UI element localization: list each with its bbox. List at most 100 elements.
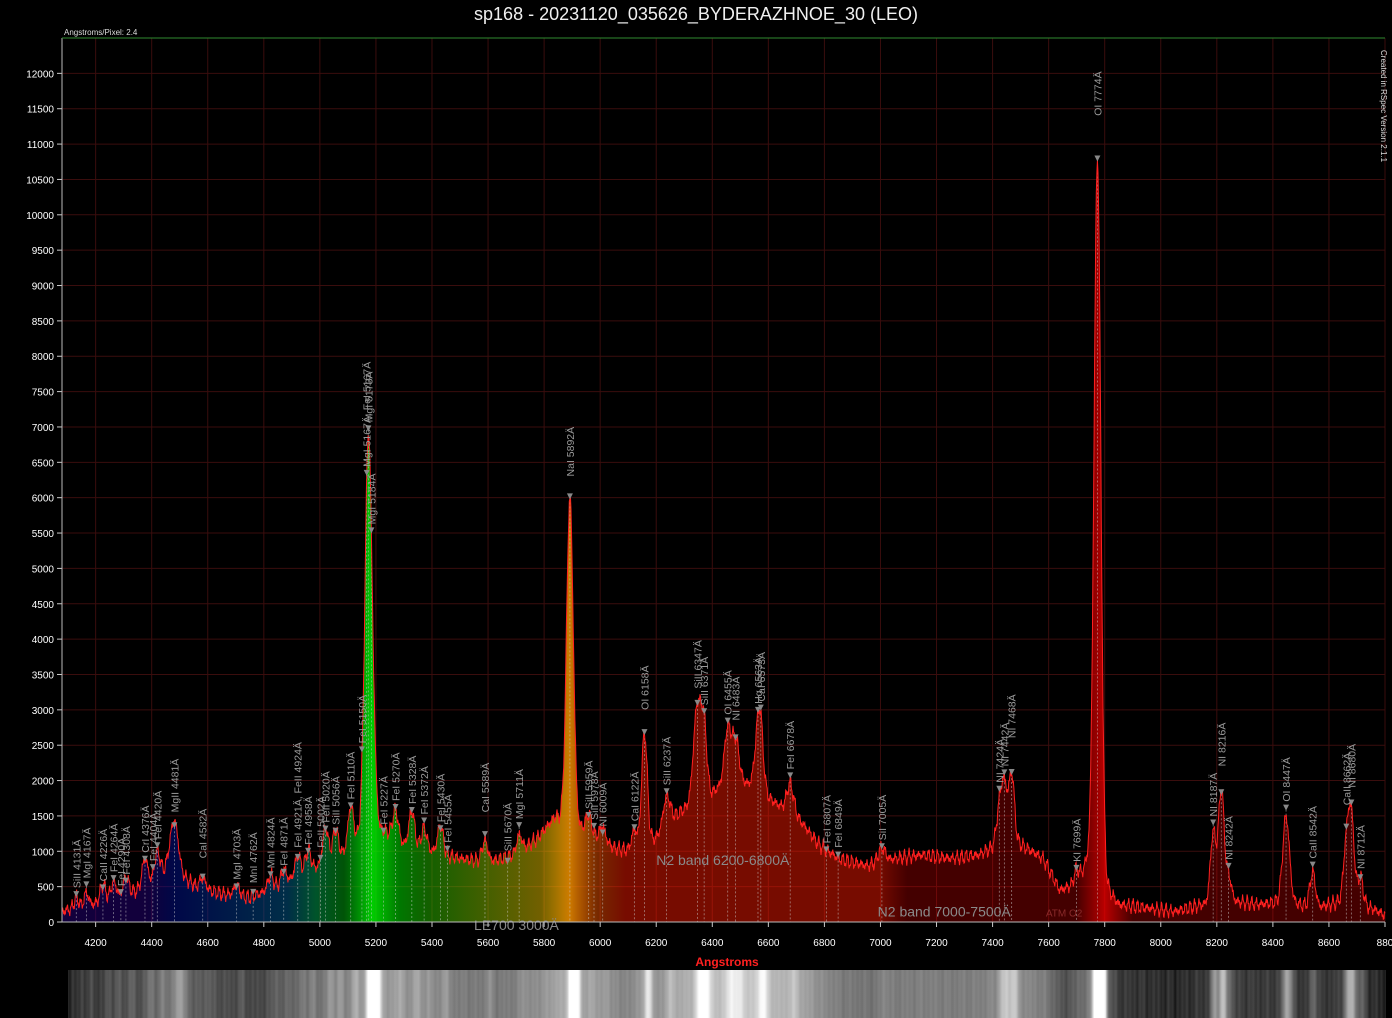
line-label: OI 7774Ä <box>1092 71 1104 115</box>
x-tick-label: 5000 <box>309 938 332 949</box>
y-tick-label: 500 <box>37 883 54 894</box>
spectrum-strip-image <box>68 970 1386 1018</box>
line-label: NI 8242Ä <box>1224 816 1236 860</box>
band-annotation: N2 band 7000-7500Ä <box>878 904 1012 920</box>
y-tick-label: 3500 <box>32 670 55 681</box>
line-label: SiII 5056Ä <box>331 776 343 824</box>
x-tick-label: 5600 <box>477 938 500 949</box>
band-annotation: ATM O2 <box>1046 909 1083 920</box>
y-tick-label: 5000 <box>32 564 55 575</box>
x-tick-label: 7400 <box>981 938 1004 949</box>
x-tick-label: 7800 <box>1094 938 1117 949</box>
line-label: OI 8447Ä <box>1281 757 1293 801</box>
y-tick-label: 4500 <box>32 600 55 611</box>
line-label: FeI 5150Ä <box>357 695 369 743</box>
y-tick-label: 9500 <box>32 246 55 257</box>
x-tick-label: 7000 <box>869 938 892 949</box>
band-annotation: LE700 3000Ä <box>474 917 560 933</box>
y-tick-label: 1000 <box>32 847 55 858</box>
line-label: SiII 6371Ä <box>699 657 711 705</box>
line-label: FeI 5110Ä <box>346 752 358 800</box>
line-label: MgI 5184Ä <box>366 474 378 525</box>
x-tick-label: 8600 <box>1318 938 1341 949</box>
x-tick-label: 6200 <box>645 938 668 949</box>
line-label: FeI 5270Ä <box>391 752 403 800</box>
line-label: NI 8216Ä <box>1216 723 1228 767</box>
line-label: SiII 6237Ä <box>662 737 674 785</box>
x-tick-label: 4600 <box>197 938 220 949</box>
y-tick-label: 4000 <box>32 635 55 646</box>
x-tick-label: 4200 <box>85 938 108 949</box>
line-label: MgII 4481Ä <box>169 759 181 813</box>
band-annotation: N2 band 6200-6800Ä <box>656 852 790 868</box>
x-tick-label: 8200 <box>1206 938 1229 949</box>
y-tick-label: 11000 <box>27 140 55 151</box>
line-label: MnI 4762Ä <box>248 832 260 883</box>
y-tick-label: 5500 <box>32 529 55 540</box>
line-label: CaI 6122Ä <box>629 772 641 822</box>
y-tick-label: 12000 <box>26 69 54 80</box>
line-label: CaI 4582Ä <box>198 809 210 859</box>
y-tick-label: 1500 <box>32 812 55 823</box>
spectrum-chart: SiII 4131ÄMgI 4167Ä CaII 4226ÄFeI 4264ÄFe… <box>26 28 1392 969</box>
x-tick-label: 8000 <box>1150 938 1173 949</box>
line-label: CaII 8542Ä <box>1308 806 1320 859</box>
line-label: NI 6483Ä <box>731 677 743 721</box>
y-tick-label: 3000 <box>32 706 55 717</box>
y-tick-label: 9000 <box>32 282 55 293</box>
line-label: MgI 4167Ä <box>81 828 93 879</box>
x-tick-label: 5400 <box>421 938 444 949</box>
x-tick-label: 6400 <box>701 938 724 949</box>
y-tick-label: 0 <box>48 918 54 929</box>
line-label: SiII 5670Ä <box>503 803 515 851</box>
line-label: FeI 4308Ä <box>121 826 133 874</box>
y-tick-label: 8500 <box>32 317 55 328</box>
x-tick-label: 4800 <box>253 938 276 949</box>
line-label: NI 8680Ä <box>1346 744 1358 788</box>
line-label: MgI 5711Ä <box>514 769 526 819</box>
line-label: MnI 4824Ä <box>266 817 278 868</box>
line-label: NI 8187Ä <box>1208 773 1220 817</box>
line-label: FeI 6849Ä <box>833 799 845 847</box>
x-tick-label: 8400 <box>1262 938 1285 949</box>
line-label: MgI 5173Ä <box>363 372 375 423</box>
line-label: KI 7699Ä <box>1071 819 1083 862</box>
y-tick-label: 6000 <box>32 494 55 505</box>
x-axis-label: Angstroms <box>695 955 759 969</box>
rspec-version-label: Created in RSpec Version 2.1.1 <box>1379 50 1388 163</box>
y-tick-label: 7000 <box>32 423 55 434</box>
x-tick-label: 4400 <box>141 938 164 949</box>
angstroms-per-pixel-label: Angstroms/Pixel: 2.4 <box>64 28 138 37</box>
line-label: FeI 6678Ä <box>785 721 797 769</box>
y-tick-label: 10500 <box>26 175 54 186</box>
x-tick-label: 5200 <box>365 938 388 949</box>
line-label: FeI 4871Ä <box>279 817 291 865</box>
x-tick-label: 5800 <box>533 938 556 949</box>
y-tick-label: 2000 <box>32 777 55 788</box>
line-label: FeI 5227Ä <box>379 776 391 824</box>
x-tick-label: 880 <box>1377 938 1392 949</box>
x-tick-label: 6000 <box>589 938 612 949</box>
line-label: CaI 5589Ä <box>480 763 492 813</box>
line-label: OI 6158Ä <box>639 665 651 709</box>
x-tick-label: 6600 <box>757 938 780 949</box>
x-tick-label: 7200 <box>925 938 948 949</box>
line-label: FeI 5455Ä <box>442 794 454 842</box>
line-label: NI 7468Ä <box>1007 694 1019 738</box>
line-label: NI 6009Ä <box>598 783 610 827</box>
x-tick-label: 7600 <box>1038 938 1061 949</box>
x-tick-label: 6800 <box>813 938 836 949</box>
line-label: CaI 6573Ä <box>756 652 768 702</box>
line-label: FeI 4420Ä <box>152 791 164 839</box>
line-label: FeI 5372Ä <box>419 766 431 814</box>
y-tick-label: 7500 <box>32 388 55 399</box>
y-tick-label: 2500 <box>32 741 55 752</box>
y-tick-label: 6500 <box>32 458 55 469</box>
line-label: NI 8712Ä <box>1355 825 1367 869</box>
line-label: MgI 4703Ä <box>232 829 244 880</box>
spectrum-strip <box>68 970 1386 1018</box>
y-tick-label: 11500 <box>27 105 55 116</box>
line-label: FeI 4958Ä <box>303 796 315 844</box>
y-tick-label: 8000 <box>32 352 55 363</box>
line-label: FeI 6807Ä <box>821 795 833 843</box>
